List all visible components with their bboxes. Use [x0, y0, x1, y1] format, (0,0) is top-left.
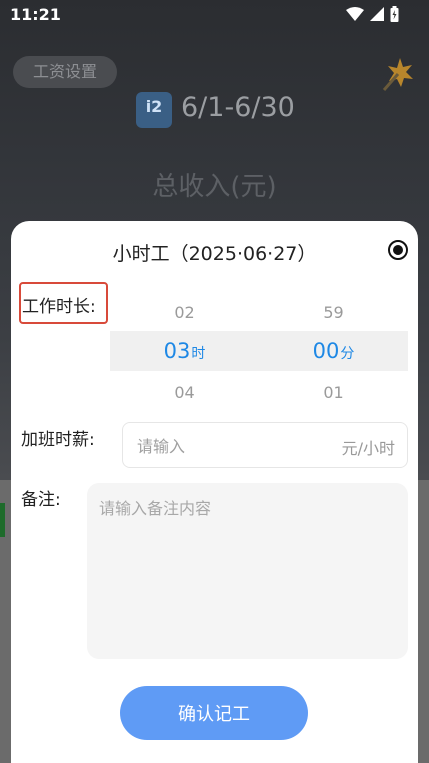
minutes-next[interactable]: 01	[259, 383, 408, 402]
note-label: 备注:	[21, 490, 61, 510]
wifi-icon	[346, 7, 364, 21]
app-logo-icon: i2	[136, 92, 172, 128]
wage-settings-button[interactable]: 工资设置	[13, 56, 117, 88]
hourly-work-sheet: 小时工（2025·06·27） 工作时长: 02 03时 04 59 00分 0…	[11, 221, 418, 763]
status-icons	[346, 6, 399, 22]
magic-wand-icon[interactable]	[380, 56, 416, 92]
minutes-prev[interactable]: 59	[259, 303, 408, 322]
hours-current[interactable]: 03时	[110, 339, 259, 363]
minutes-current-value: 00	[312, 339, 340, 363]
status-bar: 11:21	[0, 0, 429, 30]
income-title: 总收入(元)	[152, 172, 277, 202]
minutes-wheel[interactable]: 59 00分 01	[259, 287, 408, 403]
minutes-current[interactable]: 00分	[259, 339, 408, 363]
hours-unit: 时	[191, 346, 206, 362]
overtime-rate-input[interactable]	[135, 423, 319, 469]
minutes-unit: 分	[340, 346, 355, 362]
confirm-record-button[interactable]: 确认记工	[120, 686, 308, 740]
overtime-rate-field[interactable]: 元/小时	[122, 422, 408, 469]
signal-icon	[370, 7, 384, 21]
note-input[interactable]	[97, 493, 401, 652]
hours-prev[interactable]: 02	[110, 303, 259, 322]
hours-current-value: 03	[163, 339, 191, 363]
period-label[interactable]: 6/1-6/30	[181, 92, 295, 123]
hours-next[interactable]: 04	[110, 383, 259, 402]
note-field[interactable]	[87, 483, 408, 659]
sheet-title: 小时工（2025·06·27）	[112, 243, 317, 265]
hours-wheel[interactable]: 02 03时 04	[110, 287, 259, 403]
overtime-rate-label: 加班时薪:	[21, 430, 95, 450]
radio-selected-icon[interactable]	[388, 240, 408, 260]
work-duration-label: 工作时长:	[22, 297, 96, 317]
status-time: 11:21	[10, 5, 61, 24]
duration-picker[interactable]: 02 03时 04 59 00分 01	[110, 287, 408, 403]
background-accent-strip	[0, 503, 5, 537]
overtime-rate-unit: 元/小时	[341, 439, 395, 458]
battery-icon	[390, 6, 399, 22]
